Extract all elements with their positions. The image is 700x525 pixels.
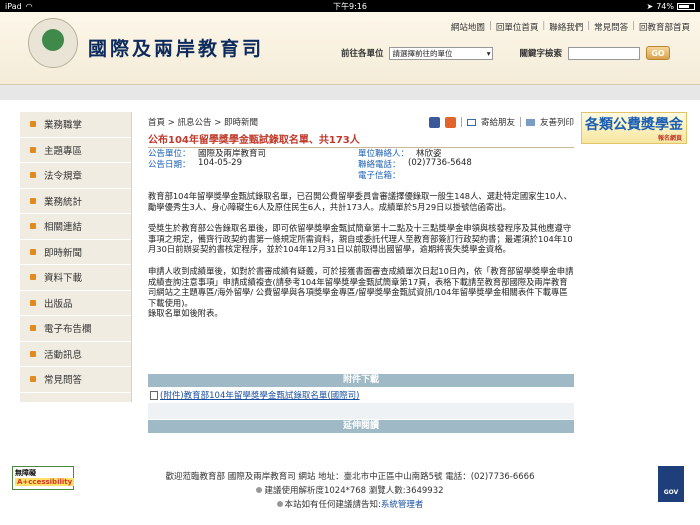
meta-email-key: 電子信箱： <box>358 170 401 181</box>
banner-subtitle: 報名網頁 <box>657 135 682 142</box>
sidebar-item-regulations[interactable]: 法令規章 <box>20 163 131 189</box>
bullet-icon <box>30 299 36 306</box>
bullet-icon <box>256 487 263 493</box>
sidebar-item-label: 法令規章 <box>44 171 83 183</box>
print-link[interactable]: 友善列印 <box>540 116 574 128</box>
bullet-icon <box>30 325 36 332</box>
battery-icon <box>677 2 695 10</box>
bullet-icon <box>30 350 36 357</box>
unit-select[interactable]: 請選擇前往的單位 ▾ <box>389 46 494 60</box>
header-band <box>0 85 700 100</box>
top-link-moe-home[interactable]: 回教育部首頁 <box>639 21 690 33</box>
mail-icon[interactable] <box>466 118 476 126</box>
bullet-icon <box>30 376 36 383</box>
bullet-icon <box>30 172 36 179</box>
unit-select-label: 前往各單位 <box>340 49 384 59</box>
sidebar-item-label: 出版品 <box>44 298 73 310</box>
article-paragraph: 教育部104年留學獎學金甄試錄取名單，已召開公費留學委員會審議擇優錄取一般生14… <box>148 191 572 212</box>
attachment-link[interactable]: (附件)教育部104年留學獎學金甄試錄取名單(國際司) <box>150 389 360 401</box>
breadcrumb[interactable]: 首頁 > 訊息公告 > 即時新聞 <box>148 116 258 128</box>
sidebar-item-label: 主題專區 <box>44 145 83 157</box>
share-tools: 寄給朋友 友善列印 <box>428 116 574 128</box>
extended-reading-header: 延伸閱讀 <box>148 420 574 433</box>
bullet-icon <box>30 146 36 153</box>
article-meta: 公告單位： 國際及兩岸教育司 單位聯絡人： 林欣姿 公告日期： 104-05-29 聯… <box>148 147 574 181</box>
ministry-seal-logo[interactable] <box>28 18 78 68</box>
sidebar-menu: 業務職掌 主題專區 法令規章 業務統計 相關連結 即時新聞 資料下載 出版品 電… <box>20 112 132 402</box>
gov-badge[interactable]: GOV <box>658 466 684 502</box>
sidebar-item-publications[interactable]: 出版品 <box>20 291 131 316</box>
scholarship-banner[interactable]: 各類公費獎學金 報名網頁 <box>581 112 687 144</box>
bullet-icon <box>30 274 36 281</box>
search-row: 前往各單位 請選擇前往的單位 ▾ 關鍵字檢索 GO <box>341 46 670 60</box>
go-button[interactable]: GO <box>646 46 670 60</box>
attachment-link-label: (附件)教育部104年留學獎學金甄試錄取名單(國際司) <box>160 391 360 401</box>
sidebar-item-links[interactable]: 相關連結 <box>20 214 131 240</box>
breadcrumb-row: 首頁 > 訊息公告 > 即時新聞 寄給朋友 友善列印 <box>148 114 574 130</box>
sidebar-item-news[interactable]: 即時新聞 <box>20 240 131 265</box>
bullet-icon <box>30 248 36 255</box>
attachments-header: 附件下載 <box>148 374 574 387</box>
top-link-faq[interactable]: 常見問答 <box>594 21 628 33</box>
facebook-icon[interactable] <box>428 116 440 128</box>
site-title[interactable]: 國際及兩岸教育司 <box>88 34 264 61</box>
sidebar-item-label: 業務統計 <box>44 196 83 208</box>
sidebar-item-label: 業務職掌 <box>44 120 83 132</box>
site-header: 國際及兩岸教育司 網站地圖 | 回單位首頁 | 聯絡我們 | 常見問答 | 回教育部首頁… <box>0 12 700 85</box>
bullet-icon <box>30 197 36 204</box>
sidebar-item-topics[interactable]: 主題專區 <box>20 138 131 163</box>
document-icon <box>150 390 158 400</box>
meta-date-value: 104-05-29 <box>198 157 242 168</box>
unit-select-value: 請選擇前往的單位 <box>392 48 453 58</box>
attachments-spacer <box>148 403 574 419</box>
chevron-down-icon: ▾ <box>486 48 491 58</box>
meta-date-key: 公告日期： <box>148 159 191 170</box>
site-footer: 無障礙 A+ccessibility 歡迎蒞臨教育部 國際及兩岸教育司 網站 地… <box>0 460 700 525</box>
status-bar: iPad ◠ 下午9:16 ➤ 74% <box>0 0 700 12</box>
sidebar-item-label: 活動訊息 <box>44 349 83 361</box>
sidebar-item-label: 電子布告欄 <box>44 324 92 336</box>
sidebar-item-events[interactable]: 活動訊息 <box>20 342 131 367</box>
footer-resolution: 建議使用解析度1024*768 瀏覽人數:3649932 <box>264 486 444 496</box>
article-paragraph: 錄取名單如後附表。 <box>148 308 223 319</box>
sidebar-item-downloads[interactable]: 資料下載 <box>20 265 131 291</box>
sidebar-item-label: 相關連結 <box>44 222 83 234</box>
article-paragraph: 受獎生於教育部公告錄取名單後，即可依留學獎學金甄試簡章第十二點及十三點獎學金申領… <box>148 223 573 255</box>
sidebar-item-bulletin[interactable]: 電子布告欄 <box>20 316 131 342</box>
printer-icon[interactable] <box>525 118 535 126</box>
sidebar-item-duties[interactable]: 業務職掌 <box>20 112 131 138</box>
admin-link[interactable]: 系統管理者 <box>381 500 424 510</box>
footer-feedback-prefix: 本站如有任何建議請告知: <box>284 500 381 510</box>
bullet-icon <box>276 501 283 507</box>
sidebar-item-label: 常見問答 <box>44 375 83 387</box>
top-link-contact[interactable]: 聯絡我們 <box>549 21 583 33</box>
banner-title: 各類公費獎學金 <box>585 117 683 133</box>
top-links: 網站地圖 | 回單位首頁 | 聯絡我們 | 常見問答 | 回教育部首頁 <box>450 21 690 33</box>
keyword-label: 關鍵字檢索 <box>519 49 562 59</box>
sidebar-item-label: 即時新聞 <box>44 247 83 259</box>
bullet-icon <box>30 121 36 128</box>
article-title: 公布104年留學獎學金甄試錄取名單、共173人 <box>148 131 574 148</box>
footer-text: 歡迎蒞臨教育部 國際及兩岸教育司 網站 地址：臺北市中正區中山南路5號 電話：(… <box>0 470 700 512</box>
article-body: 教育部104年留學獎學金甄試錄取名單，已召開公費留學委員會審議擇優錄取一般生14… <box>148 191 574 330</box>
sidebar-item-statistics[interactable]: 業務統計 <box>20 189 131 214</box>
footer-address: 歡迎蒞臨教育部 國際及兩岸教育司 網站 地址：臺北市中正區中山南路5號 電話：(… <box>165 472 535 482</box>
sidebar-item-faq[interactable]: 常見問答 <box>20 367 131 393</box>
plurk-icon[interactable] <box>444 116 456 128</box>
bullet-icon <box>30 223 36 230</box>
sidebar-item-label: 資料下載 <box>44 273 83 285</box>
keyword-search-input[interactable] <box>568 46 640 60</box>
status-time: 下午9:16 <box>333 1 367 11</box>
top-link-sitemap[interactable]: 網站地圖 <box>451 21 485 33</box>
top-link-unit-home[interactable]: 回單位首頁 <box>496 21 539 33</box>
article-paragraph: 申請人收到成績單後，如對於書審成績有疑義，可於接獲書面審查成績單次日起10日內，… <box>148 265 574 308</box>
mail-friend-link[interactable]: 寄給朋友 <box>481 116 515 128</box>
